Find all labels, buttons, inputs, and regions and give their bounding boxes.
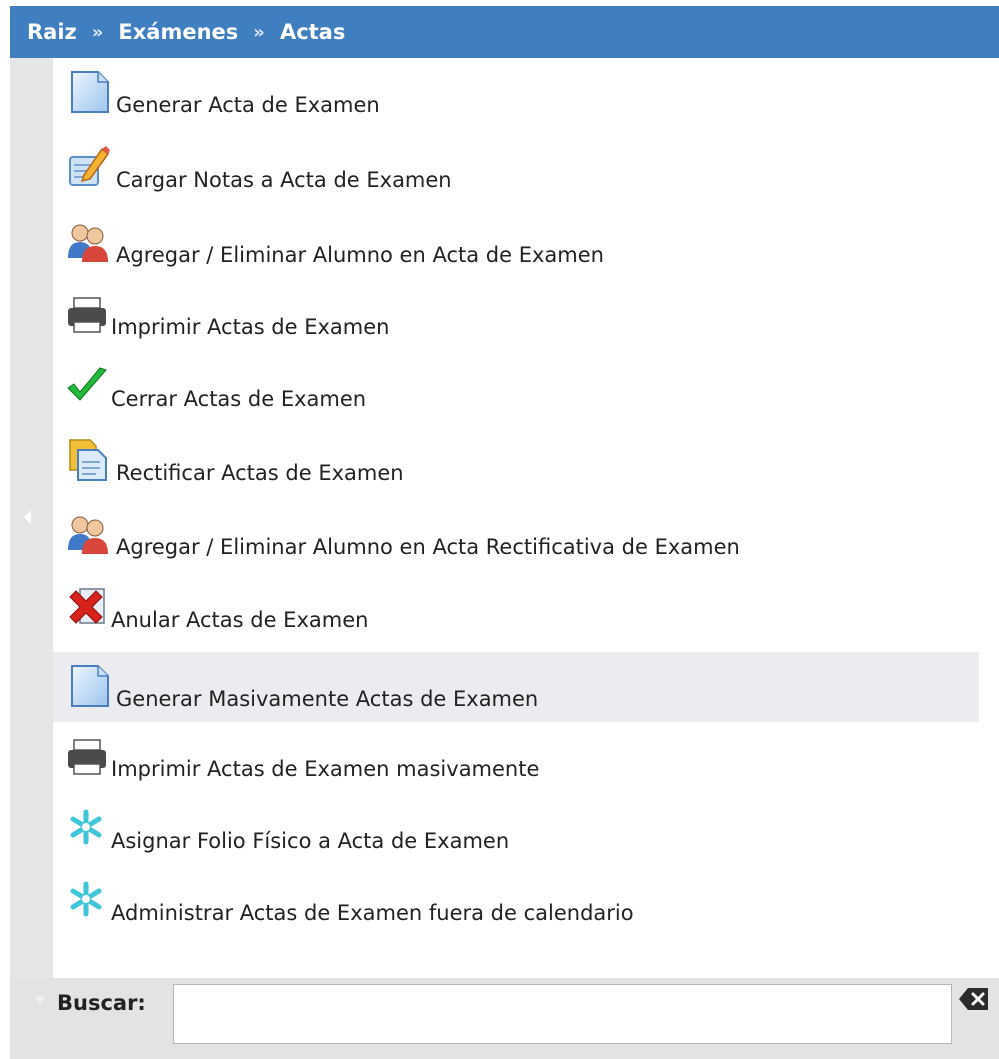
cancel-icon (66, 585, 111, 631)
search-bar: Buscar: (10, 978, 999, 1059)
menu-item-label: Generar Acta de Examen (116, 93, 380, 117)
asterisk-icon (66, 806, 111, 852)
actas-menu: Generar Acta de Examen Cargar Notas a Ac… (53, 58, 979, 978)
checkmark-icon (66, 364, 111, 410)
breadcrumb-separator: » (91, 21, 104, 43)
menu-item-generar-acta[interactable]: Generar Acta de Examen (53, 58, 979, 128)
menu-item-administrar-fuera-calendario[interactable]: Administrar Actas de Examen fuera de cal… (53, 866, 979, 936)
menu-item-label: Generar Masivamente Actas de Examen (116, 687, 539, 711)
menu-item-label: Cargar Notas a Acta de Examen (116, 168, 452, 192)
menu-item-anular-actas[interactable]: Anular Actas de Examen (53, 573, 979, 643)
menu-item-label: Asignar Folio Físico a Acta de Examen (111, 829, 510, 853)
dropdown-arrow-icon[interactable] (35, 997, 45, 1003)
printer-icon (66, 292, 111, 338)
asterisk-icon (66, 878, 111, 924)
menu-item-asignar-folio[interactable]: Asignar Folio Físico a Acta de Examen (53, 794, 979, 864)
breadcrumb-raiz[interactable]: Raiz (27, 20, 77, 44)
menu-item-label: Agregar / Eliminar Alumno en Acta Rectif… (116, 535, 740, 559)
menu-item-label: Rectificar Actas de Examen (116, 461, 404, 485)
sidebar-collapse-gutter[interactable] (10, 58, 53, 978)
clear-search-icon[interactable] (958, 986, 990, 1012)
search-input[interactable] (173, 984, 952, 1044)
menu-item-label: Imprimir Actas de Examen (111, 315, 390, 339)
menu-item-agregar-eliminar-alumno[interactable]: Agregar / Eliminar Alumno en Acta de Exa… (53, 208, 979, 278)
menu-item-agregar-eliminar-alumno-rectificativa[interactable]: Agregar / Eliminar Alumno en Acta Rectif… (53, 500, 979, 570)
menu-item-label: Agregar / Eliminar Alumno en Acta de Exa… (116, 243, 604, 267)
breadcrumb-examenes[interactable]: Exámenes (118, 20, 238, 44)
printer-icon (66, 734, 111, 780)
users-icon (66, 220, 116, 266)
menu-item-label: Cerrar Actas de Examen (111, 387, 367, 411)
menu-item-label: Imprimir Actas de Examen masivamente (111, 757, 540, 781)
users-icon (66, 512, 116, 558)
breadcrumb-separator: » (253, 21, 265, 43)
menu-item-label: Anular Actas de Examen (111, 608, 369, 632)
menu-item-cerrar-actas[interactable]: Cerrar Actas de Examen (53, 352, 979, 422)
copy-document-icon (66, 438, 116, 484)
breadcrumb-actas[interactable]: Actas (280, 20, 345, 44)
menu-item-imprimir-actas[interactable]: Imprimir Actas de Examen (53, 280, 979, 350)
menu-item-generar-masivamente[interactable]: Generar Masivamente Actas de Examen (53, 652, 979, 722)
collapse-arrow-icon[interactable] (24, 510, 31, 524)
menu-item-rectificar-actas[interactable]: Rectificar Actas de Examen (53, 426, 979, 496)
search-label: Buscar: (57, 991, 146, 1015)
menu-item-label: Administrar Actas de Examen fuera de cal… (111, 901, 634, 925)
menu-item-imprimir-masivamente[interactable]: Imprimir Actas de Examen masivamente (53, 722, 979, 792)
edit-notes-icon (66, 145, 116, 191)
document-icon (66, 664, 116, 710)
menu-item-cargar-notas[interactable]: Cargar Notas a Acta de Examen (53, 133, 979, 203)
breadcrumb: Raiz » Exámenes » Actas (10, 6, 999, 58)
document-icon (66, 70, 116, 116)
